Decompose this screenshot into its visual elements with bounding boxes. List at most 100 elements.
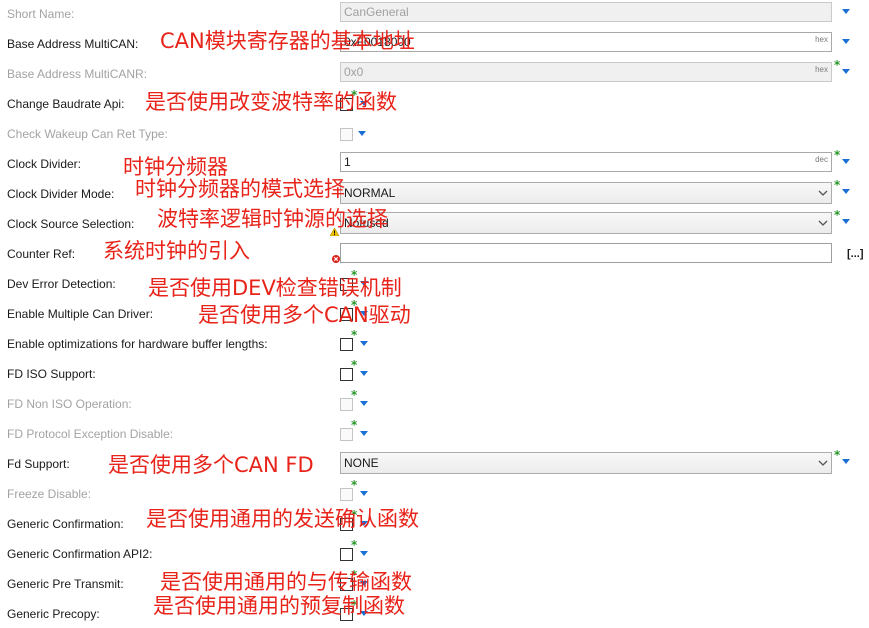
row-clock-divider: Clock Divider: 1 dec * xyxy=(0,148,869,176)
triangle-down-icon[interactable] xyxy=(360,101,368,106)
modified-marker: * xyxy=(834,58,841,72)
modified-marker: * xyxy=(351,328,358,342)
modified-marker: * xyxy=(351,268,358,282)
clock-divider-mode-value: NORMAL xyxy=(344,186,396,200)
fd-iso-support-label: FD ISO Support: xyxy=(7,367,96,381)
modified-marker: * xyxy=(351,358,358,372)
generic-precopy-label: Generic Precopy: xyxy=(7,607,100,621)
row-clock-divider-mode: Clock Divider Mode: NORMAL * xyxy=(0,178,869,206)
base-address-multican-field[interactable]: 0xF0018000 hex xyxy=(340,32,832,52)
row-fd-support: Fd Support: NONE * xyxy=(0,448,869,476)
triangle-down-icon[interactable] xyxy=(360,401,368,406)
row-fd-non-iso-operation: FD Non ISO Operation: * xyxy=(0,388,869,416)
fd-support-value: NONE xyxy=(344,456,379,470)
triangle-down-icon[interactable] xyxy=(842,219,850,224)
row-enable-multiple-can-driver: Enable Multiple Can Driver: * xyxy=(0,298,869,326)
generic-pre-transmit-label: Generic Pre Transmit: xyxy=(7,577,124,591)
fd-support-label: Fd Support: xyxy=(7,457,70,471)
error-icon xyxy=(332,255,340,263)
triangle-down-icon[interactable] xyxy=(842,189,850,194)
short-name-label: Short Name: xyxy=(7,7,75,21)
triangle-down-icon[interactable] xyxy=(360,491,368,496)
check-wakeup-can-ret-type-checkbox xyxy=(340,128,353,141)
row-fd-protocol-exception-disable: FD Protocol Exception Disable: * xyxy=(0,418,869,446)
chevron-down-icon xyxy=(818,220,828,226)
clock-divider-mode-select[interactable]: NORMAL xyxy=(340,182,832,204)
triangle-down-icon[interactable] xyxy=(360,581,368,586)
modified-marker: * xyxy=(834,178,841,192)
hex-suffix: hex xyxy=(815,65,828,74)
row-short-name: Short Name: CanGeneral xyxy=(0,0,869,26)
chevron-down-icon xyxy=(818,190,828,196)
row-fd-iso-support: FD ISO Support: * xyxy=(0,358,869,386)
chevron-down-icon xyxy=(818,460,828,466)
triangle-down-icon[interactable] xyxy=(360,521,368,526)
enable-multiple-can-driver-label: Enable Multiple Can Driver: xyxy=(7,307,154,321)
dec-suffix: dec xyxy=(815,155,828,164)
row-clock-source-selection: Clock Source Selection: Notused * xyxy=(0,208,869,236)
row-freeze-disable: Freeze Disable: * xyxy=(0,478,869,506)
modified-marker: * xyxy=(351,598,358,612)
modified-marker: * xyxy=(351,88,358,102)
modified-marker: * xyxy=(351,568,358,582)
triangle-down-icon[interactable] xyxy=(360,311,368,316)
check-wakeup-can-ret-type-label: Check Wakeup Can Ret Type: xyxy=(7,127,168,141)
change-baudrate-api-label: Change Baudrate Api: xyxy=(7,97,125,111)
clock-source-selection-value: Notused xyxy=(344,216,389,230)
row-base-address-multican: Base Address MultiCAN: 0xF0018000 hex xyxy=(0,30,869,56)
browse-button[interactable]: [...] xyxy=(847,240,864,268)
modified-marker: * xyxy=(351,538,358,552)
dev-error-detection-label: Dev Error Detection: xyxy=(7,277,116,291)
triangle-down-icon[interactable] xyxy=(360,281,368,286)
row-check-wakeup-can-ret-type: Check Wakeup Can Ret Type: xyxy=(0,120,869,146)
fd-protocol-exception-disable-label: FD Protocol Exception Disable: xyxy=(7,427,174,441)
triangle-down-icon[interactable] xyxy=(842,69,850,74)
modified-marker: * xyxy=(834,208,841,222)
row-counter-ref: Counter Ref: [...] xyxy=(0,240,869,266)
triangle-down-icon[interactable] xyxy=(360,431,368,436)
row-generic-pre-transmit: Generic Pre Transmit: * xyxy=(0,568,869,596)
clock-divider-field[interactable]: 1 dec xyxy=(340,152,832,172)
modified-marker: * xyxy=(351,508,358,522)
base-address-multicanr-field: 0x0 hex xyxy=(340,62,832,82)
modified-marker: * xyxy=(351,418,358,432)
triangle-down-icon[interactable] xyxy=(360,611,368,616)
triangle-down-icon[interactable] xyxy=(360,371,368,376)
triangle-down-icon[interactable] xyxy=(358,131,366,136)
freeze-disable-label: Freeze Disable: xyxy=(7,487,92,501)
row-generic-confirmation: Generic Confirmation: * xyxy=(0,508,869,536)
generic-confirmation-label: Generic Confirmation: xyxy=(7,517,124,531)
row-dev-error-detection: Dev Error Detection: * xyxy=(0,268,869,296)
modified-marker: * xyxy=(834,448,841,462)
enable-optimizations-label: Enable optimizations for hardware buffer… xyxy=(7,337,268,351)
counter-ref-field[interactable] xyxy=(340,243,832,263)
clock-source-selection-label: Clock Source Selection: xyxy=(7,217,135,231)
row-change-baudrate-api: Change Baudrate Api: * xyxy=(0,88,869,116)
modified-marker: * xyxy=(834,148,841,162)
fd-support-select[interactable]: NONE xyxy=(340,452,832,474)
row-enable-optimizations-hw-buffer: Enable optimizations for hardware buffer… xyxy=(0,328,869,356)
triangle-down-icon[interactable] xyxy=(842,39,850,44)
row-base-address-multicanr: Base Address MultiCANR: 0x0 hex * xyxy=(0,58,869,86)
base-address-multicanr-value: 0x0 xyxy=(344,65,364,79)
modified-marker: * xyxy=(351,388,358,402)
fd-non-iso-operation-label: FD Non ISO Operation: xyxy=(7,397,132,411)
short-name-field: CanGeneral xyxy=(340,2,832,22)
base-address-multican-label: Base Address MultiCAN: xyxy=(7,37,139,51)
modified-marker: * xyxy=(351,298,358,312)
triangle-down-icon[interactable] xyxy=(842,9,850,14)
row-generic-precopy: Generic Precopy: * xyxy=(0,598,869,626)
short-name-value: CanGeneral xyxy=(344,5,409,19)
clock-divider-label: Clock Divider: xyxy=(7,157,82,171)
row-generic-confirmation-api2: Generic Confirmation API2: * xyxy=(0,538,869,566)
triangle-down-icon[interactable] xyxy=(842,459,850,464)
base-address-multican-value: 0xF0018000 xyxy=(344,35,411,49)
triangle-down-icon[interactable] xyxy=(842,159,850,164)
counter-ref-label: Counter Ref: xyxy=(7,247,76,261)
triangle-down-icon[interactable] xyxy=(360,341,368,346)
clock-divider-mode-label: Clock Divider Mode: xyxy=(7,187,115,201)
generic-confirmation-api2-label: Generic Confirmation API2: xyxy=(7,547,153,561)
triangle-down-icon[interactable] xyxy=(360,551,368,556)
clock-source-selection-select[interactable]: Notused xyxy=(340,212,832,234)
modified-marker: * xyxy=(351,478,358,492)
